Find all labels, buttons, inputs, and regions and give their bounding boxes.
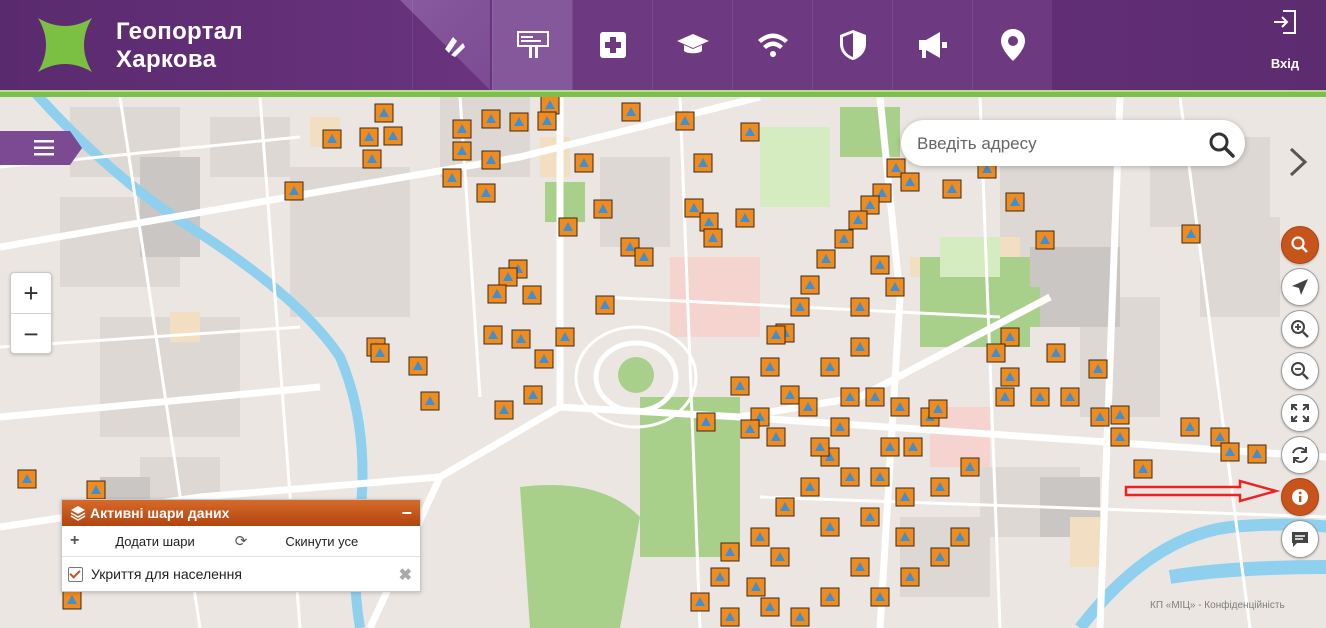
fullscreen-button[interactable] bbox=[1281, 394, 1319, 432]
medical-cross-icon bbox=[599, 32, 626, 58]
layers-toolbar: + Додати шари ⟳ Скинути усе bbox=[62, 526, 420, 557]
layer-checkbox[interactable] bbox=[68, 566, 83, 582]
megaphone-icon bbox=[918, 32, 947, 58]
layers-panel-title: Активні шари даних bbox=[90, 505, 230, 521]
reset-icon[interactable]: ⟳ bbox=[235, 532, 248, 550]
zoom-in-tool-button[interactable] bbox=[1281, 310, 1319, 348]
category-nav bbox=[412, 0, 1052, 90]
info-icon bbox=[1292, 489, 1308, 505]
nav-locations[interactable] bbox=[972, 0, 1052, 90]
graduation-cap-icon bbox=[676, 34, 709, 54]
active-layers-panel: Активні шари даних − + Додати шари ⟳ Ски… bbox=[61, 499, 421, 592]
login-label: Вхід bbox=[1270, 56, 1300, 71]
login-button[interactable]: Вхід bbox=[1250, 0, 1320, 90]
map-pin-icon bbox=[1000, 29, 1025, 61]
billboard-icon bbox=[516, 31, 549, 58]
info-button[interactable] bbox=[1281, 478, 1319, 516]
locate-arrow-icon bbox=[1292, 279, 1308, 295]
app-title-line2: Харкова bbox=[116, 46, 217, 73]
layer-item-label: Укриття для населення bbox=[91, 566, 242, 582]
add-layers-button[interactable]: Додати шари bbox=[115, 534, 194, 549]
search-tool-button[interactable] bbox=[1281, 226, 1319, 264]
chat-icon bbox=[1292, 532, 1308, 547]
feedback-button[interactable] bbox=[1281, 520, 1319, 558]
top-header: Геопортал Харкова Вхід bbox=[0, 0, 1326, 90]
fullscreen-icon bbox=[1291, 404, 1309, 422]
zoom-in-icon bbox=[1291, 320, 1309, 338]
minimize-button[interactable]: − bbox=[401, 504, 412, 522]
zoom-out-icon bbox=[1291, 362, 1309, 380]
map-attribution[interactable]: КП «МІЦ» - Конфіденційність bbox=[1150, 600, 1285, 611]
nav-education[interactable] bbox=[652, 0, 732, 90]
layers-panel-header[interactable]: Активні шари даних − bbox=[62, 500, 420, 526]
nav-billboards[interactable] bbox=[492, 0, 572, 90]
nav-construction[interactable] bbox=[412, 0, 492, 90]
zoom-control: + − bbox=[10, 272, 52, 354]
reset-all-button[interactable]: Скинути усе bbox=[285, 534, 358, 549]
remove-layer-icon[interactable]: ✖ bbox=[399, 565, 412, 585]
app-title-line1: Геопортал bbox=[116, 18, 243, 45]
address-search-input[interactable] bbox=[915, 130, 1199, 158]
header-accent-stripe bbox=[0, 90, 1326, 97]
layer-item-shelters[interactable]: Укриття для населення ✖ bbox=[62, 557, 420, 591]
app-title[interactable]: Геопортал Харкова bbox=[116, 18, 243, 74]
zoom-in-button[interactable]: + bbox=[11, 273, 51, 313]
chevron-right-icon[interactable] bbox=[1285, 146, 1311, 178]
wifi-icon bbox=[757, 33, 788, 57]
refresh-icon bbox=[1292, 447, 1308, 463]
nav-safety[interactable] bbox=[812, 0, 892, 90]
layers-icon bbox=[70, 506, 86, 521]
address-search-box bbox=[901, 120, 1245, 166]
login-icon bbox=[1274, 10, 1296, 34]
annotation-arrow bbox=[1124, 479, 1280, 503]
zoom-out-button[interactable]: − bbox=[11, 313, 51, 354]
nav-announcements[interactable] bbox=[892, 0, 972, 90]
shield-icon bbox=[839, 30, 866, 60]
refresh-button[interactable] bbox=[1281, 436, 1319, 474]
plus-icon[interactable]: + bbox=[70, 532, 79, 550]
locate-button[interactable] bbox=[1281, 268, 1319, 306]
search-icon bbox=[1291, 236, 1308, 253]
logo[interactable] bbox=[34, 14, 96, 76]
nav-wifi[interactable] bbox=[732, 0, 812, 90]
sidebar-menu-button[interactable] bbox=[0, 131, 82, 165]
search-icon[interactable] bbox=[1208, 131, 1236, 159]
zoom-out-tool-button[interactable] bbox=[1281, 352, 1319, 390]
hamburger-icon bbox=[34, 140, 54, 156]
nav-medical[interactable] bbox=[572, 0, 652, 90]
construction-icon bbox=[444, 37, 465, 57]
